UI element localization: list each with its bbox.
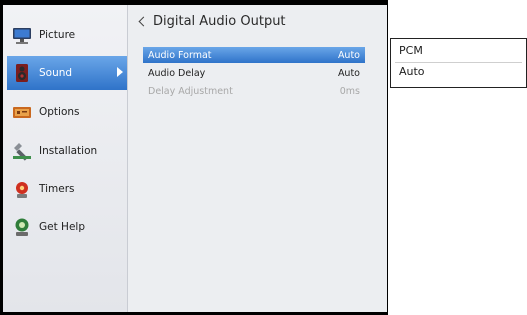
setting-label: Audio Delay: [148, 67, 206, 79]
setting-row-audio-delay[interactable]: Audio Delay Auto: [143, 65, 365, 81]
settings-panel: Digital Audio Output Audio Format Auto A…: [128, 5, 387, 312]
page-title[interactable]: Digital Audio Output: [137, 14, 286, 29]
sidebar-item-sound[interactable]: Sound: [7, 56, 127, 90]
dropdown-option-pcm[interactable]: PCM: [399, 44, 423, 57]
setting-label: Audio Format: [148, 49, 212, 61]
page-title-text: Digital Audio Output: [153, 14, 286, 29]
sidebar-item-label: Get Help: [39, 221, 85, 233]
sidebar-item-timers[interactable]: Timers: [7, 172, 127, 206]
sidebar-item-installation[interactable]: Installation: [7, 134, 127, 168]
sidebar-item-picture[interactable]: Picture: [7, 18, 127, 52]
sidebar-item-options[interactable]: Options: [7, 95, 127, 129]
setting-row-audio-format[interactable]: Audio Format Auto: [143, 47, 365, 63]
sidebar-item-get-help[interactable]: Get Help: [7, 210, 127, 244]
chevron-right-icon: [117, 67, 123, 77]
sidebar: Picture Sound Options Installation Timer…: [3, 5, 128, 312]
sidebar-item-label: Timers: [39, 183, 75, 195]
setting-label: Delay Adjustment: [148, 85, 233, 97]
sidebar-item-label: Picture: [39, 29, 76, 41]
back-chevron-icon: [138, 16, 149, 27]
tv-screen: Picture Sound Options Installation Timer…: [3, 5, 387, 312]
audio-format-dropdown: PCM Auto: [390, 38, 527, 88]
sidebar-item-label: Options: [39, 106, 80, 118]
setting-row-delay-adjustment: Delay Adjustment 0ms: [143, 83, 365, 99]
tv-frame: Picture Sound Options Installation Timer…: [0, 0, 388, 315]
help-icon: [11, 216, 33, 238]
options-icon: [11, 101, 33, 123]
speaker-icon: [11, 62, 33, 84]
sidebar-item-label: Sound: [39, 67, 73, 79]
timer-icon: [11, 178, 33, 200]
monitor-icon: [11, 24, 33, 46]
installation-icon: [11, 140, 33, 162]
dropdown-option-auto[interactable]: Auto: [399, 65, 425, 78]
setting-value: Auto: [337, 67, 360, 79]
setting-value: Auto: [337, 49, 360, 61]
divider: [395, 62, 522, 63]
sidebar-item-label: Installation: [39, 145, 98, 157]
setting-value: 0ms: [339, 85, 360, 97]
